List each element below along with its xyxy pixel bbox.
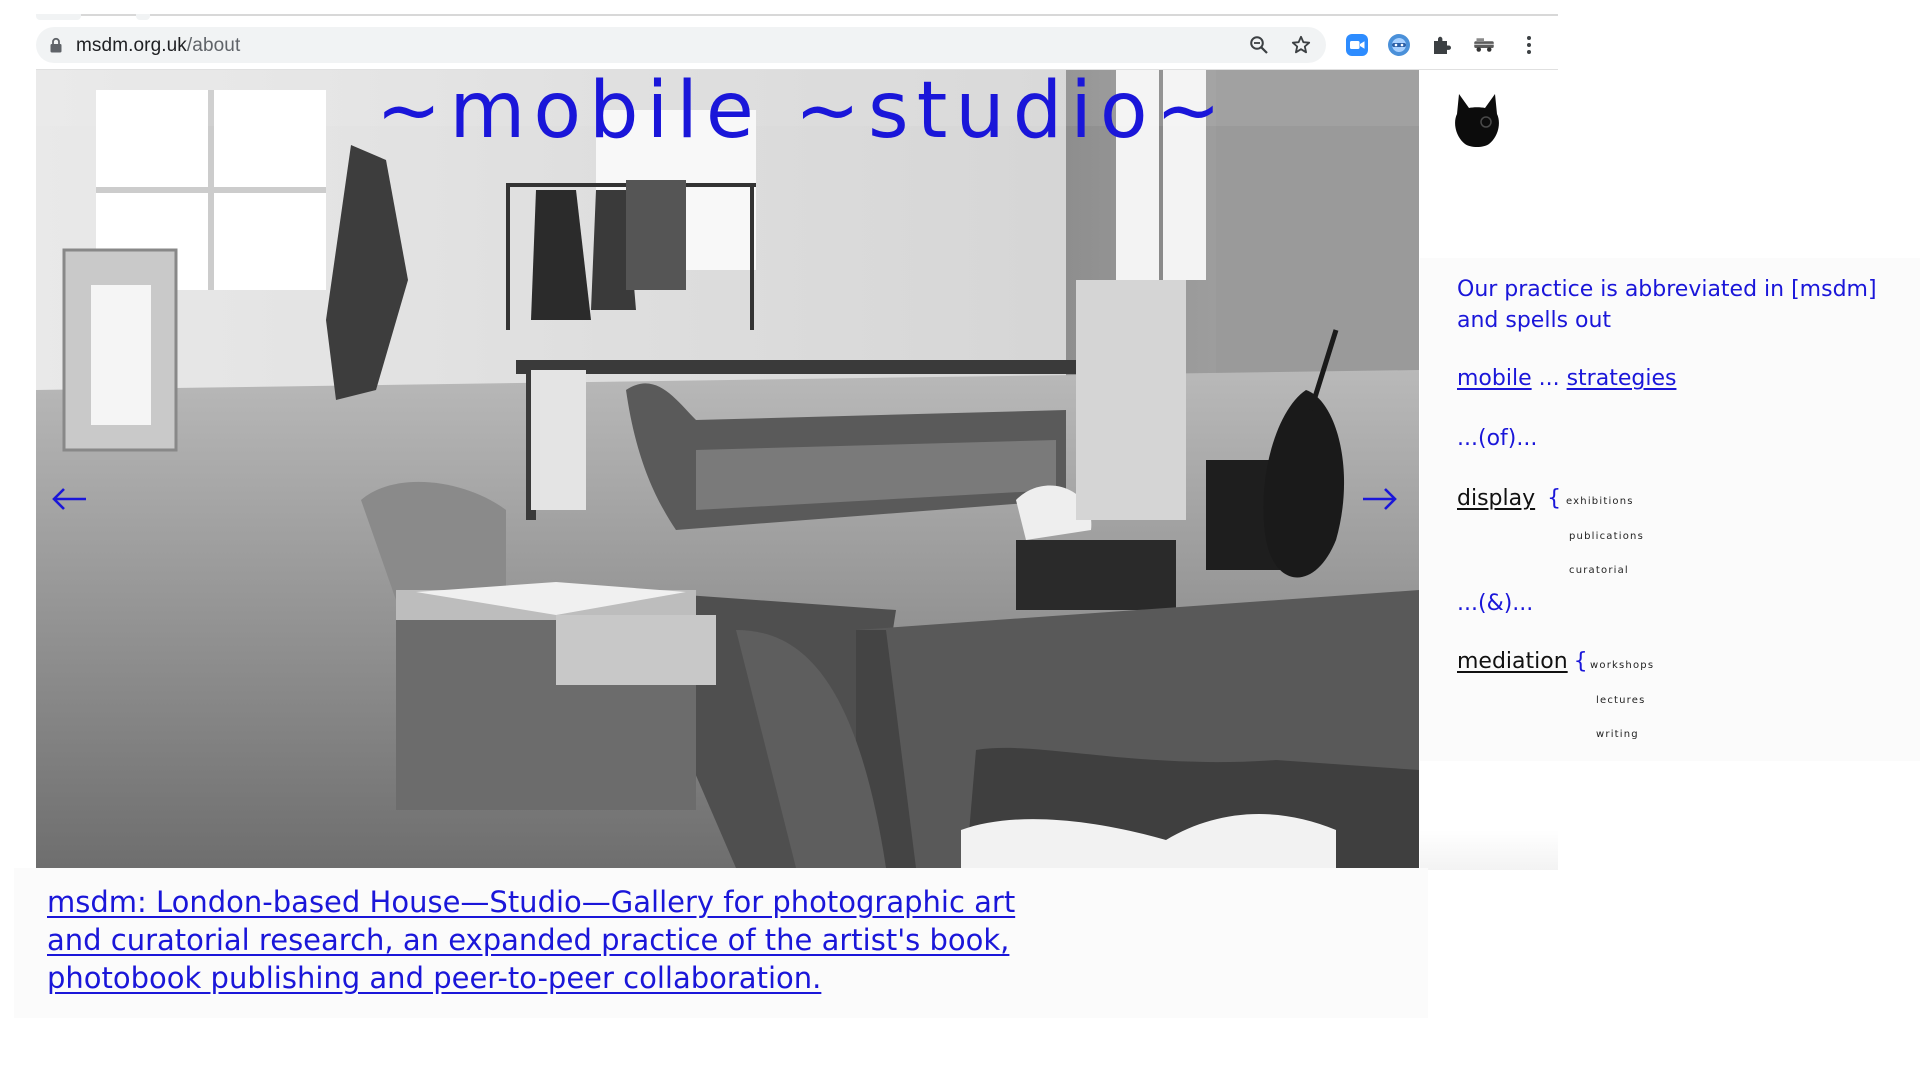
globe-extension-icon[interactable] <box>1387 33 1411 57</box>
vehicle-extension-icon[interactable] <box>1472 33 1496 57</box>
strategies-link[interactable]: strategies <box>1567 366 1677 391</box>
hero-slideshow: ~mobile ~studio~ <box>36 70 1419 868</box>
of-connector: ...(of)... <box>1457 426 1538 451</box>
site-description-link[interactable]: msdm: London-based House—Studio—Gallery … <box>47 885 1015 995</box>
display-item-exhibitions[interactable]: exhibitions <box>1566 496 1634 507</box>
cat-head-logo-icon <box>1455 94 1499 147</box>
bookmark-star-icon[interactable] <box>1291 35 1311 55</box>
display-brace: { <box>1547 486 1562 511</box>
url-text[interactable]: msdm.org.uk/about <box>76 35 240 57</box>
mediation-item-workshops[interactable]: workshops <box>1590 660 1654 671</box>
mediation-link[interactable]: mediation <box>1457 649 1568 674</box>
lock-icon[interactable] <box>49 37 63 53</box>
site-title[interactable]: ~mobile ~studio~ <box>376 72 1229 150</box>
next-slide-arrow-icon[interactable] <box>1359 484 1399 514</box>
mediation-line: mediation{ <box>1457 649 1588 674</box>
zoom-video-extension-icon[interactable] <box>1345 33 1369 57</box>
zoom-icon[interactable] <box>1249 35 1269 55</box>
studio-photo <box>36 70 1419 868</box>
url-domain: msdm.org.uk <box>76 35 187 56</box>
display-item-publications[interactable]: publications <box>1569 531 1644 542</box>
url-path: /about <box>186 35 241 56</box>
tab-edge[interactable] <box>36 14 81 20</box>
display-line: display { <box>1457 486 1561 511</box>
mediation-brace: { <box>1573 649 1588 674</box>
site-logo[interactable] <box>1439 90 1515 150</box>
mediation-item-lectures[interactable]: lectures <box>1596 695 1646 706</box>
mediation-item-writing[interactable]: writing <box>1596 729 1639 740</box>
ellipsis-separator: ... <box>1531 366 1567 391</box>
address-bar[interactable]: msdm.org.uk/about <box>36 27 1326 63</box>
practice-intro: Our practice is abbreviated in [msdm] an… <box>1457 277 1877 333</box>
extensions-puzzle-icon[interactable] <box>1430 33 1454 57</box>
menu-kebab-icon[interactable] <box>1517 33 1541 57</box>
previous-slide-arrow-icon[interactable] <box>50 484 90 514</box>
display-item-curatorial[interactable]: curatorial <box>1569 565 1629 576</box>
tab-edge[interactable] <box>136 14 150 20</box>
site-description: msdm: London-based House—Studio—Gallery … <box>47 883 1057 997</box>
caption-box: msdm: London-based House—Studio—Gallery … <box>14 868 1428 1018</box>
mobile-strategies-line: mobile ... strategies <box>1457 366 1676 391</box>
practice-panel: Our practice is abbreviated in [msdm] an… <box>1420 258 1920 761</box>
mobile-link[interactable]: mobile <box>1457 366 1532 391</box>
amp-connector: ...(&)... <box>1457 591 1534 616</box>
display-link[interactable]: display <box>1457 486 1535 511</box>
